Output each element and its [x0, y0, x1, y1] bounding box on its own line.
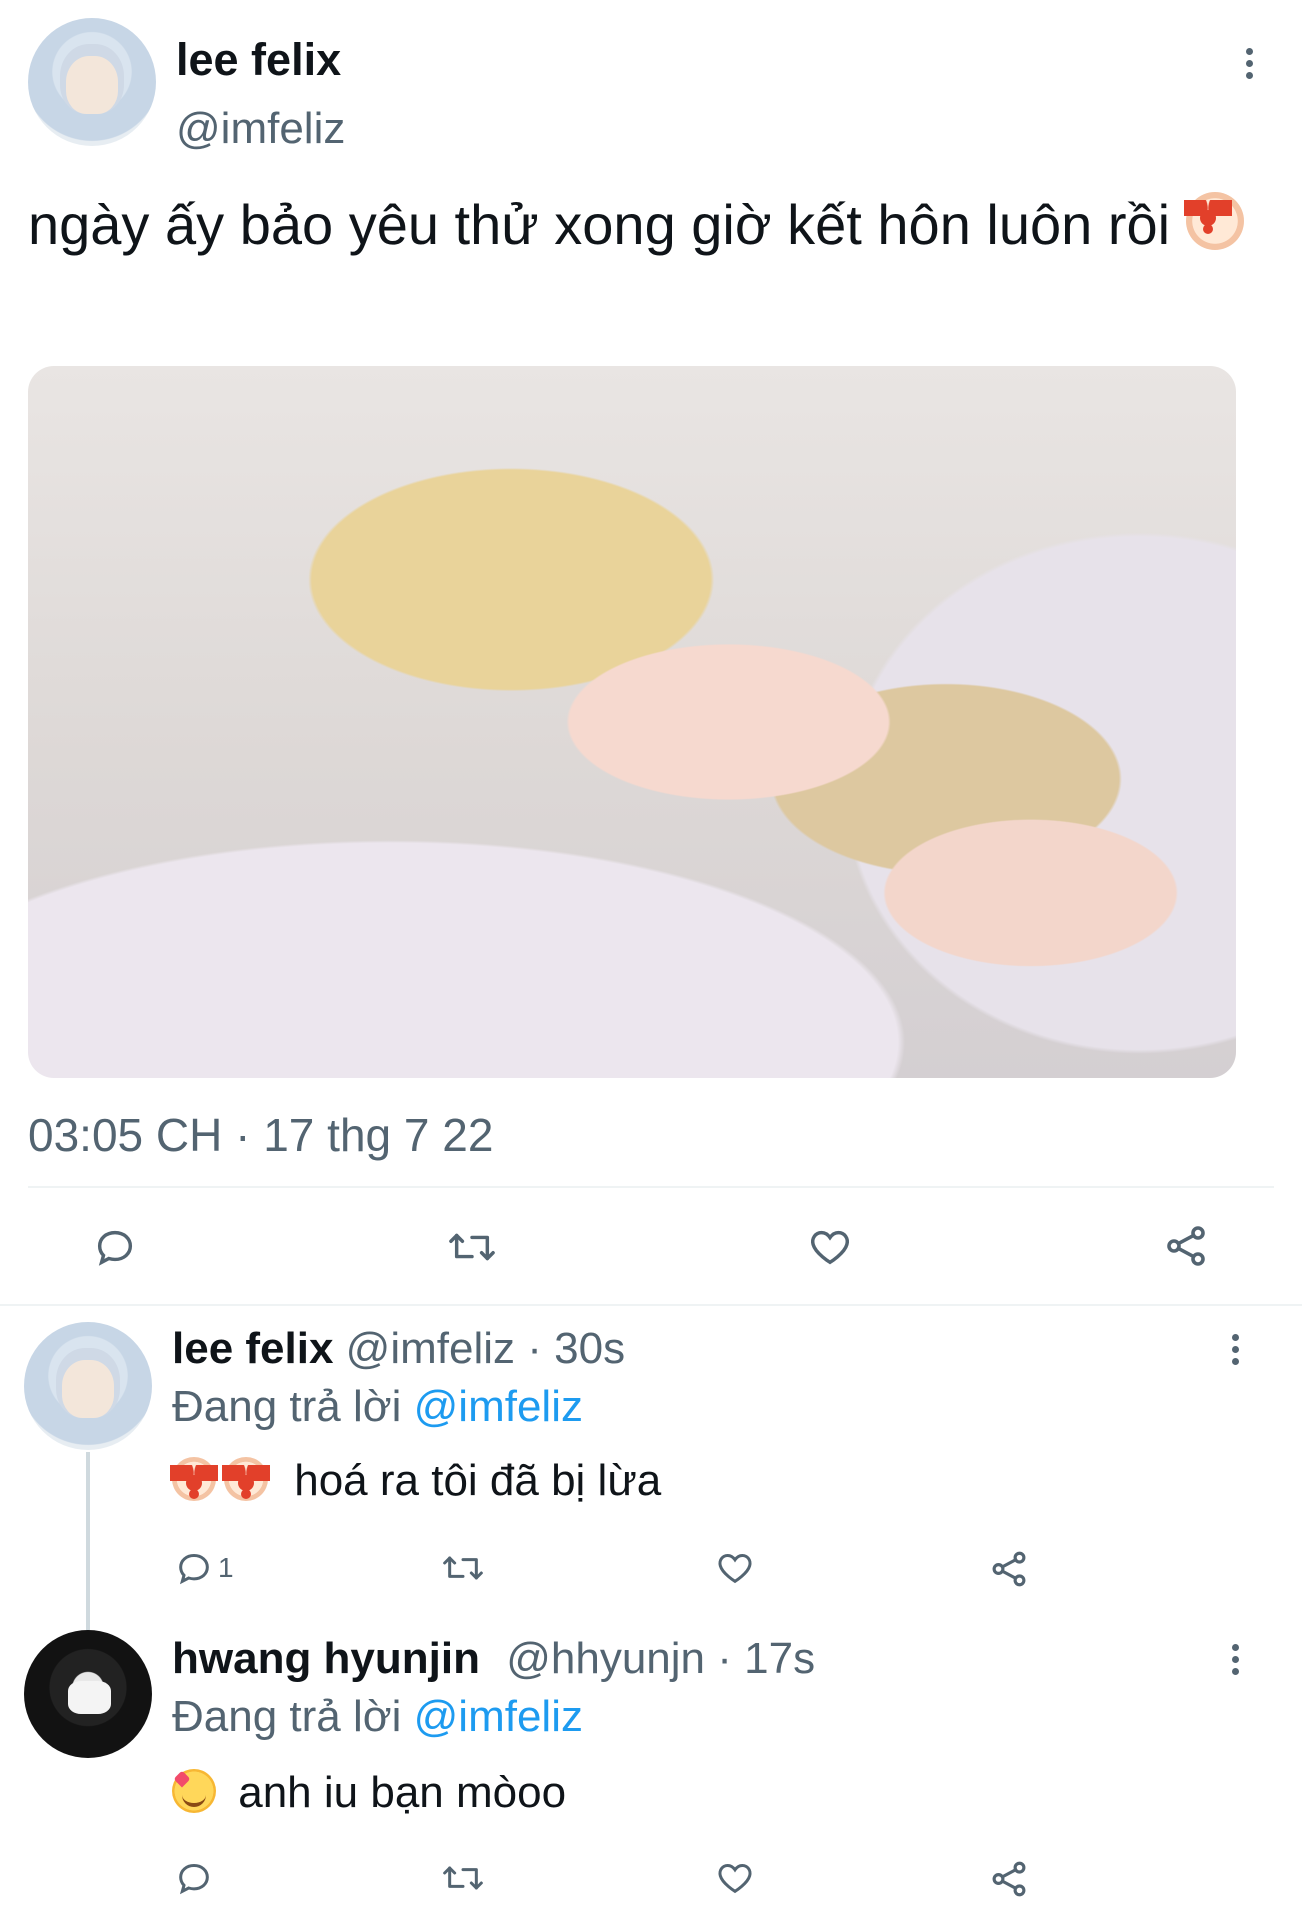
more-options-icon[interactable]	[1230, 1334, 1240, 1365]
handle[interactable]: @hhyunjn	[506, 1634, 705, 1683]
reply-button[interactable]	[174, 1858, 214, 1898]
retweet-icon	[443, 1556, 483, 1580]
reply-text-body: anh iu bạn mòoo	[238, 1768, 567, 1817]
retweet-icon	[443, 1866, 483, 1890]
divider	[28, 1186, 1274, 1188]
tweet-photo[interactable]	[28, 366, 1236, 1078]
reply-text: anh iu bạn mòoo	[172, 1768, 566, 1818]
like-button[interactable]	[714, 1858, 756, 1898]
tweet-text: ngày ấy bảo yêu thử xong giờ kết hôn luô…	[28, 188, 1278, 262]
replying-to-label: Đang trả lời	[172, 1382, 402, 1431]
more-options-icon[interactable]	[1244, 48, 1254, 79]
like-icon	[718, 1553, 752, 1584]
reply-time[interactable]: · 17s	[717, 1634, 815, 1683]
avatar[interactable]	[24, 1322, 152, 1450]
display-name[interactable]: lee felix	[176, 34, 341, 86]
reply-text-body: hoá ra tôi đã bị lừa	[294, 1456, 662, 1505]
clown-face-icon	[1183, 192, 1244, 250]
retweet-button[interactable]	[440, 1858, 486, 1898]
clown-face-icon	[222, 1457, 270, 1501]
reply-text: hoá ra tôi đã bị lừa	[170, 1456, 662, 1506]
replying-to: Đang trả lời @imfeliz	[172, 1382, 583, 1432]
retweet-button[interactable]	[446, 1224, 498, 1270]
reply-header: hwang hyunjin @hhyunjn · 17s	[172, 1634, 815, 1684]
more-options-icon[interactable]	[1230, 1644, 1240, 1675]
display-name[interactable]: lee felix	[172, 1324, 333, 1373]
tweet-timestamp[interactable]: 03:05 CH · 17 thg 7 22	[28, 1108, 493, 1162]
share-icon	[992, 1861, 1026, 1897]
reply-icon	[179, 1553, 209, 1585]
handle[interactable]: @imfeliz	[176, 104, 345, 154]
replying-to-link[interactable]: @imfeliz	[414, 1382, 583, 1431]
display-name[interactable]: hwang hyunjin	[172, 1634, 480, 1683]
divider	[0, 1304, 1302, 1306]
handle[interactable]: @imfeliz	[346, 1324, 515, 1373]
share-button[interactable]	[988, 1858, 1030, 1900]
reply-count: 1	[218, 1552, 234, 1583]
reply-button[interactable]: 1	[174, 1548, 234, 1588]
like-icon	[811, 1230, 849, 1265]
avatar[interactable]	[24, 1630, 152, 1758]
replying-to-label: Đang trả lời	[172, 1692, 402, 1741]
smiling-face-with-hearts-icon	[172, 1769, 216, 1813]
clown-face-icon	[170, 1457, 218, 1501]
like-icon	[718, 1863, 752, 1894]
replying-to: Đang trả lời @imfeliz	[172, 1692, 583, 1742]
share-icon	[1167, 1226, 1205, 1266]
reply-header: lee felix @imfeliz · 30s	[172, 1324, 625, 1374]
reply-time[interactable]: · 30s	[527, 1324, 625, 1373]
reply-icon	[97, 1230, 133, 1266]
reply-icon	[179, 1863, 209, 1895]
reply-button[interactable]	[92, 1224, 138, 1270]
share-button[interactable]	[988, 1548, 1030, 1590]
tweet-text-body: ngày ấy bảo yêu thử xong giờ kết hôn luô…	[28, 193, 1171, 256]
like-button[interactable]	[714, 1548, 756, 1588]
thread-line	[86, 1452, 90, 1632]
replying-to-link[interactable]: @imfeliz	[414, 1692, 583, 1741]
avatar[interactable]	[28, 18, 156, 146]
like-button[interactable]	[806, 1224, 854, 1270]
share-button[interactable]	[1162, 1222, 1210, 1270]
retweet-button[interactable]	[440, 1548, 486, 1588]
share-icon	[992, 1551, 1026, 1587]
retweet-icon	[449, 1233, 495, 1261]
